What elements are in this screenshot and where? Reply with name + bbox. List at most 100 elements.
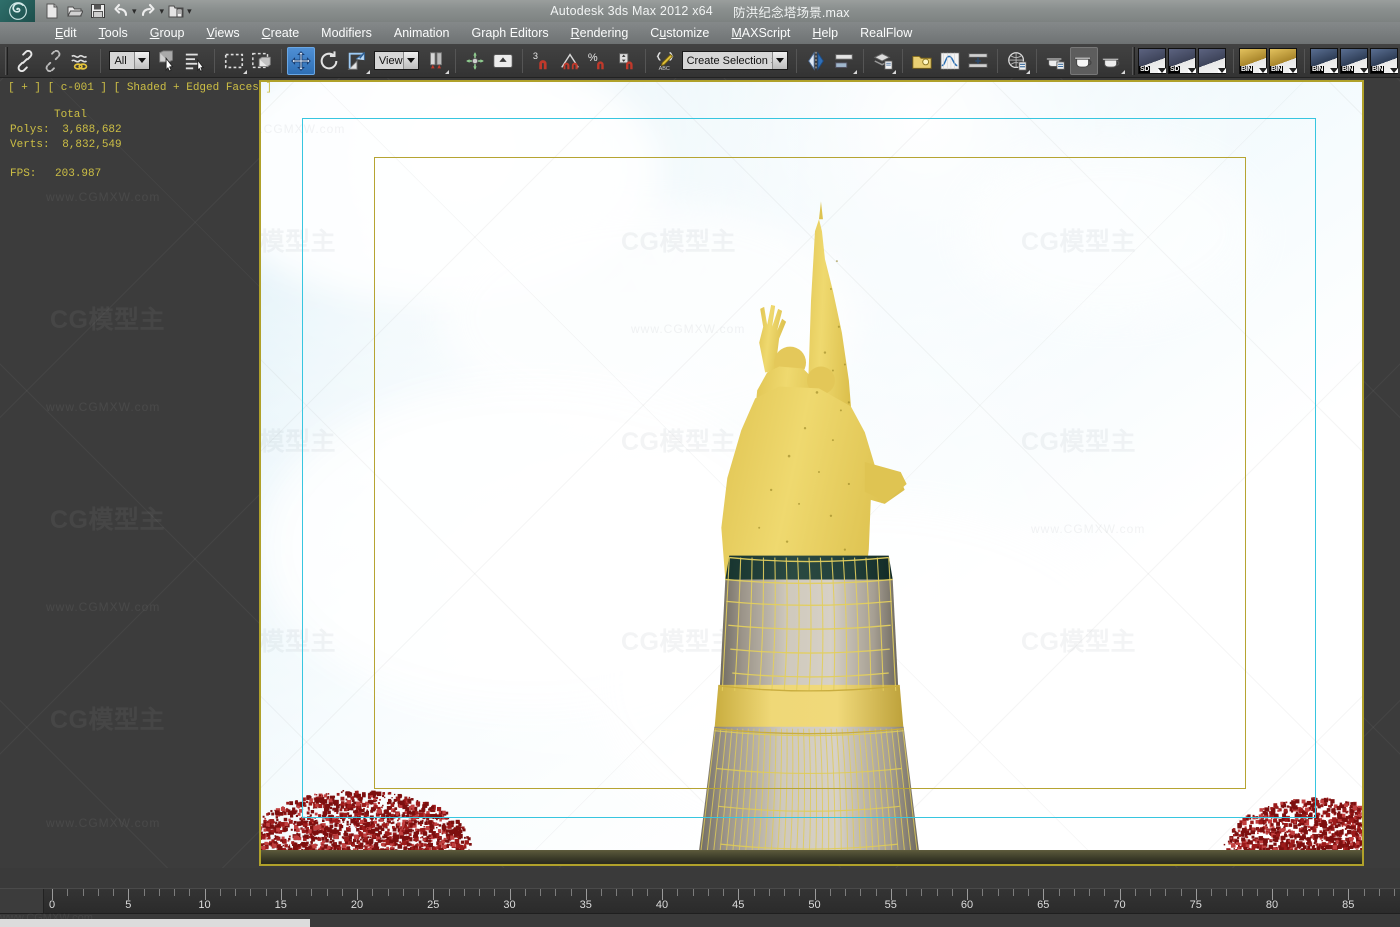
select-and-link-button[interactable] — [11, 47, 39, 75]
toolbar-grip[interactable] — [1131, 46, 1135, 75]
redo-button[interactable] — [138, 1, 159, 21]
schematic-view-button[interactable] — [964, 47, 992, 75]
select-and-manipulate-button[interactable] — [461, 47, 489, 75]
mirror-button[interactable] — [802, 47, 830, 75]
menu-item-edit[interactable]: Edit — [44, 22, 88, 44]
menu-item-realflow[interactable]: RealFlow — [849, 22, 923, 44]
angle-snap-toggle-button[interactable] — [556, 47, 584, 75]
percent-snap-toggle-button[interactable]: % — [584, 47, 612, 75]
foliage-speck — [322, 830, 327, 835]
rectangular-selection-region-button[interactable] — [220, 47, 248, 75]
foliage-speck — [406, 842, 411, 847]
viewport-container[interactable]: CG模型主 CG模型主 CG模型主 www.CGMXW.com www.CGMX… — [0, 78, 1400, 868]
preset-bin-gold-2[interactable]: BIN — [1269, 47, 1299, 75]
chevron-down-icon[interactable]: ▾ — [187, 6, 192, 16]
foliage-speck — [445, 829, 449, 833]
ruler-tick — [494, 889, 496, 896]
open-file-button[interactable] — [64, 1, 85, 21]
bind-to-space-warp-button[interactable] — [67, 47, 95, 75]
menu-item-group[interactable]: Group — [139, 22, 196, 44]
foliage-speck — [1318, 833, 1320, 836]
menu-item-animation[interactable]: Animation — [383, 22, 461, 44]
max-logo-icon[interactable] — [0, 0, 35, 22]
curve-editor-button[interactable] — [936, 47, 964, 75]
menu-item-customize[interactable]: Customize — [639, 22, 720, 44]
preset-bin-blue-3[interactable]: BIN — [1370, 47, 1400, 75]
quick-access-toolbar[interactable]: ▾ ▾ ▾ — [35, 1, 192, 21]
menu-item-tools[interactable]: Tools — [88, 22, 139, 44]
menu-item-graph-editors[interactable]: Graph Editors — [460, 22, 559, 44]
select-and-move-button[interactable] — [286, 46, 315, 75]
selection-filter-dropdown[interactable]: All — [109, 51, 150, 70]
undo-button[interactable] — [110, 1, 131, 21]
track-bar-ruler[interactable]: 0 5 10 15 20 25 30 35 40 45 50 55 60 65 70 75 80 85 — [0, 888, 1400, 914]
unlink-selection-button[interactable] — [39, 47, 67, 75]
chevron-down-icon[interactable] — [1259, 67, 1267, 73]
reference-coordinate-system-dropdown[interactable]: View — [373, 51, 419, 70]
preset-box-plain[interactable] — [1198, 47, 1228, 75]
preset-sd-box-2[interactable]: SD — [1168, 47, 1198, 75]
menu-item-rendering[interactable]: Rendering — [560, 22, 640, 44]
align-flyout-button[interactable] — [830, 47, 858, 75]
select-and-scale-button[interactable] — [343, 47, 371, 75]
foliage-speck — [1256, 832, 1259, 835]
chevron-down-icon[interactable] — [1390, 67, 1398, 73]
chevron-down-icon[interactable] — [1330, 67, 1338, 73]
preset-sd-box-1[interactable]: SD — [1138, 47, 1168, 75]
main-toolbar[interactable]: All View 3 % ABC Create Selection SD SD … — [0, 44, 1400, 78]
redo-dropdown[interactable]: ▾ — [160, 6, 165, 16]
menu-item-maxscript[interactable]: MAXScript — [720, 22, 801, 44]
named-selection-sets-input[interactable]: Create Selection Se — [681, 51, 788, 70]
preset-label: BIN — [1311, 65, 1325, 73]
new-file-button[interactable] — [41, 1, 62, 21]
toggle-scene-explorer-button[interactable] — [908, 47, 936, 75]
chevron-down-icon[interactable] — [771, 52, 787, 69]
menu-bar[interactable]: Edit Tools Group Views Create Modifiers Animat… — [0, 22, 1400, 44]
preset-bin-gold-1[interactable]: BIN — [1239, 47, 1269, 75]
chevron-down-icon[interactable] — [1218, 67, 1226, 73]
preset-button-group[interactable]: SD SD BIN BIN BIN BIN BIN — [1138, 47, 1400, 75]
chevron-down-icon[interactable] — [402, 52, 418, 69]
chevron-down-icon[interactable] — [133, 52, 149, 69]
preset-bin-blue-2[interactable]: BIN — [1340, 47, 1370, 75]
window-crossing-toggle-button[interactable] — [248, 47, 276, 75]
foliage-speck — [1272, 826, 1275, 829]
menu-item-modifiers[interactable]: Modifiers — [310, 22, 383, 44]
render-production-button[interactable] — [1098, 47, 1126, 75]
preset-bin-blue-1[interactable]: BIN — [1310, 47, 1340, 75]
foliage-speck — [388, 820, 391, 824]
menu-item-create[interactable]: Create — [251, 22, 311, 44]
render-setup-button[interactable] — [1042, 47, 1070, 75]
menu-item-views[interactable]: Views — [196, 22, 251, 44]
viewport-canvas[interactable]: CG模型主 CG模型主 CG模型主 CG模型主 CG模型主 CG模型主 CG模型… — [261, 82, 1362, 864]
foliage-speck — [261, 823, 262, 825]
menu-item-help[interactable]: Help — [801, 22, 849, 44]
viewport-label[interactable]: [ + ] [ c-001 ] [ Shaded + Edged Faces ] — [8, 82, 272, 94]
snap-toggle-button[interactable]: 3 — [528, 47, 556, 75]
rendered-frame-window-button[interactable] — [1069, 46, 1098, 75]
toolbar-grip[interactable] — [5, 46, 9, 75]
preset-label: BIN — [1371, 65, 1385, 73]
edit-named-selection-sets-button[interactable]: ABC — [651, 47, 679, 75]
chevron-down-icon[interactable] — [1188, 67, 1196, 73]
ruler-tick — [875, 889, 877, 896]
layer-manager-button[interactable] — [869, 47, 897, 75]
chevron-down-icon[interactable] — [1289, 67, 1297, 73]
use-center-flyout-button[interactable] — [422, 47, 450, 75]
spinner-snap-toggle-button[interactable] — [612, 47, 640, 75]
select-object-button[interactable] — [153, 47, 181, 75]
chevron-down-icon[interactable] — [1360, 67, 1368, 73]
select-and-rotate-button[interactable] — [315, 47, 343, 75]
material-editor-button[interactable] — [1003, 47, 1031, 75]
foliage-speck — [1318, 821, 1320, 823]
select-by-name-button[interactable] — [181, 47, 209, 75]
foliage-speck — [457, 836, 459, 839]
chevron-down-icon[interactable] — [1158, 67, 1166, 73]
save-file-button[interactable] — [87, 1, 108, 21]
verts-value: 8,832,549 — [62, 139, 122, 151]
foliage-speck — [1358, 829, 1362, 834]
viewport-perspective-c001[interactable]: CG模型主 CG模型主 CG模型主 CG模型主 CG模型主 CG模型主 CG模型… — [259, 80, 1364, 866]
keyboard-shortcut-override-button[interactable] — [489, 47, 517, 75]
undo-dropdown[interactable]: ▾ — [132, 6, 137, 16]
project-folder-button[interactable] — [165, 1, 186, 21]
